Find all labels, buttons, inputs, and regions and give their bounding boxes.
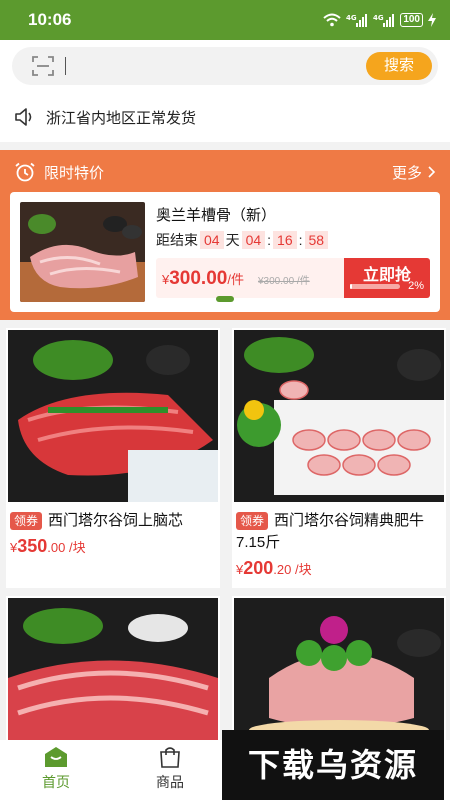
flash-sale-title: 限时特价	[14, 162, 104, 183]
product-name: 领券 西门塔尔谷饲上脑芯	[6, 504, 220, 532]
search-button[interactable]: 搜索	[366, 52, 432, 80]
flash-product-name: 奥兰羊槽骨（新）	[156, 207, 277, 224]
speaker-icon	[15, 108, 32, 126]
watermark-logo: 下载乌资源	[222, 730, 444, 800]
nav-home[interactable]: 首页	[16, 746, 96, 792]
countdown-minutes: 16	[273, 231, 297, 249]
buy-now-button[interactable]: 立即抢 2%	[344, 258, 430, 298]
days-label: 天	[225, 232, 240, 248]
separator: :	[298, 232, 303, 248]
product-grid: 领券 西门塔尔谷饲上脑芯 ¥350.00 /块 领券 西门塔尔谷饲精典肥牛7.15斤…	[0, 320, 450, 740]
shopping-bag-icon	[160, 747, 180, 768]
sale-progress-bar	[350, 284, 400, 289]
carousel-indicator	[216, 296, 234, 302]
coupon-tag[interactable]: 领券	[10, 512, 43, 530]
nav-home-label: 首页	[42, 774, 70, 790]
status-bar: 10:06 4G 4G 100	[0, 0, 450, 40]
product-card[interactable]	[6, 596, 220, 740]
scan-icon[interactable]	[32, 56, 54, 76]
4g-signal-icon: 4G	[373, 14, 395, 27]
flash-sale-title-text: 限时特价	[44, 164, 105, 182]
home-icon	[45, 747, 67, 767]
original-price: ¥300.00 /件	[258, 276, 310, 287]
alarm-clock-icon	[15, 162, 35, 182]
sale-progress-percent: 2%	[408, 280, 424, 292]
svg-text:4G: 4G	[346, 14, 357, 22]
product-image-beef-ribeye	[8, 330, 218, 502]
status-icons: 4G 4G 100	[323, 13, 436, 27]
flash-sale-header: 限时特价 更多	[14, 160, 436, 184]
countdown-seconds: 58	[304, 231, 329, 249]
more-label: 更多	[391, 164, 422, 182]
nav-products[interactable]: 商品	[130, 746, 210, 792]
status-time: 10:06	[28, 10, 72, 29]
product-image-beef-tower	[234, 598, 444, 740]
product-card[interactable]: 领券 西门塔尔谷饲精典肥牛7.15斤 ¥200.20 /块	[232, 328, 446, 588]
4g-signal-icon: 4G	[346, 14, 368, 27]
product-price: ¥350.00 /块	[10, 536, 86, 556]
text-cursor	[65, 57, 66, 75]
coupon-tag[interactable]: 领券	[236, 512, 269, 530]
wifi-icon	[323, 13, 341, 27]
product-price: ¥200.20 /块	[236, 558, 312, 578]
nav-products-label: 商品	[156, 774, 184, 790]
product-image-beef-platter	[8, 598, 218, 740]
flash-sale-product-card[interactable]: 奥兰羊槽骨（新） 距结束 04 天 04 : 16 : 58 ¥300.00/件…	[10, 192, 440, 312]
separator: :	[267, 232, 272, 248]
product-card[interactable]	[232, 596, 446, 740]
flash-sale-section: 限时特价 更多 奥兰羊槽骨（新） 距结束 04 天 04 : 16: 58 ¥…	[0, 150, 450, 320]
search-bar: 搜索	[0, 40, 450, 92]
countdown-label: 距结束	[156, 232, 198, 248]
countdown-hours: 04	[241, 231, 266, 249]
search-input[interactable]: 搜索	[12, 47, 438, 85]
svg-text:4G: 4G	[373, 14, 384, 22]
battery-indicator: 100	[400, 13, 423, 27]
product-image-beef-rolls	[234, 330, 444, 502]
product-image-lamb-bone	[20, 202, 145, 302]
sale-progress-fill	[350, 284, 352, 289]
flash-price-bar: ¥300.00/件 ¥300.00 /件 立即抢 2%	[156, 258, 430, 298]
flash-price: ¥300.00/件	[162, 268, 244, 289]
more-link[interactable]: 更多	[392, 162, 436, 183]
countdown-timer: 距结束 04 天 04 : 16 : 58	[156, 230, 329, 250]
charging-icon	[428, 13, 436, 27]
chevron-right-icon	[428, 166, 436, 178]
product-name: 领券 西门塔尔谷饲精典肥牛7.15斤	[236, 512, 425, 551]
countdown-days: 04	[200, 231, 224, 249]
shipping-notice: 浙江省内地区正常发货	[0, 92, 450, 142]
notice-text: 浙江省内地区正常发货	[46, 109, 197, 127]
product-card[interactable]: 领券 西门塔尔谷饲上脑芯 ¥350.00 /块	[6, 328, 220, 588]
